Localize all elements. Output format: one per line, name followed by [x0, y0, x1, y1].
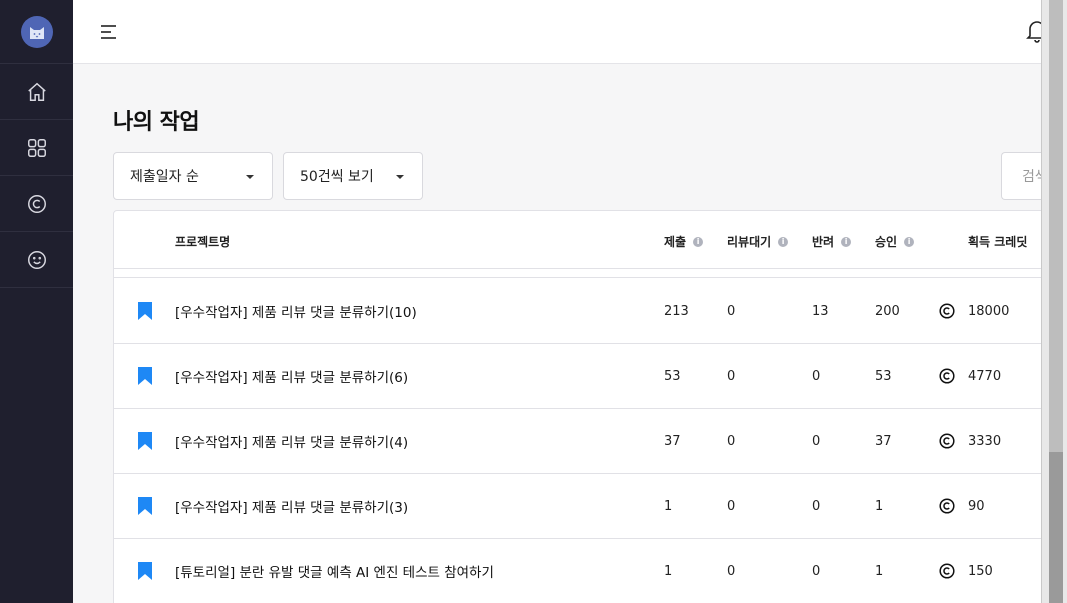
grid-icon — [27, 138, 46, 157]
table-row[interactable]: [튜토리얼] 분란 유발 댓글 예측 AI 엔진 테스트 참여하기 1 0 0 1 150 — [114, 539, 1052, 603]
cell-rejected: 0 — [812, 563, 821, 579]
th-pending: 리뷰대기 i — [727, 233, 789, 250]
project-name-link[interactable]: [우수작업자] 제품 리뷰 댓글 분류하기(4) — [175, 409, 408, 473]
credit-icon — [939, 563, 955, 579]
sidebar — [0, 0, 73, 603]
cell-credits: 150 — [939, 539, 993, 603]
credits-value: 3330 — [968, 433, 1002, 449]
logo[interactable] — [0, 0, 73, 64]
page-size-select[interactable]: 50건씩 보기 — [283, 152, 423, 200]
th-rejected-label: 반려 — [812, 235, 835, 249]
info-icon[interactable]: i — [693, 236, 704, 247]
credits-value: 90 — [968, 498, 985, 514]
cell-rejected: 0 — [812, 498, 821, 514]
credit-icon — [939, 498, 955, 514]
cell-credits: 3330 — [939, 409, 1001, 473]
bookmark-icon[interactable] — [137, 366, 153, 386]
info-icon[interactable]: i — [841, 236, 852, 247]
project-name-link[interactable]: [우수작업자] 제품 리뷰 댓글 분류하기(10) — [175, 279, 417, 343]
th-approved: 승인 i — [875, 233, 915, 250]
home-icon — [27, 82, 46, 101]
cell-pending: 0 — [727, 433, 736, 449]
menu-toggle-button[interactable] — [100, 23, 118, 41]
th-project: 프로젝트명 — [175, 233, 230, 250]
th-rejected: 반려 i — [812, 233, 852, 250]
sort-select-label: 제출일자 순 — [130, 169, 199, 185]
header-gap — [114, 269, 1052, 278]
cell-pending: 0 — [727, 498, 736, 514]
credits-value: 18000 — [968, 303, 1010, 319]
cell-credits: 4770 — [939, 344, 1001, 408]
cell-rejected: 0 — [812, 433, 821, 449]
cell-credits: 90 — [939, 474, 985, 538]
th-submitted-label: 제출 — [664, 235, 687, 249]
th-pending-label: 리뷰대기 — [727, 235, 772, 249]
cell-pending: 0 — [727, 303, 736, 319]
table-row[interactable]: [우수작업자] 제품 리뷰 댓글 분류하기(10) 213 0 13 200 18000 — [114, 279, 1052, 344]
cell-approved: 200 — [875, 303, 900, 319]
project-name-link[interactable]: [우수작업자] 제품 리뷰 댓글 분류하기(3) — [175, 474, 408, 538]
cell-pending: 0 — [727, 563, 736, 579]
credit-icon — [939, 433, 955, 449]
credit-icon — [27, 194, 46, 213]
smile-icon — [27, 250, 46, 269]
th-credits: 획득 크레딧 — [968, 233, 1027, 250]
project-name-link[interactable]: [우수작업자] 제품 리뷰 댓글 분류하기(6) — [175, 344, 408, 408]
cell-submitted: 37 — [664, 433, 681, 449]
window-scrollbar-thumb[interactable] — [1049, 452, 1063, 603]
sort-select[interactable]: 제출일자 순 — [113, 152, 273, 200]
sidebar-item-credits[interactable] — [0, 176, 73, 232]
bookmark-icon[interactable] — [137, 431, 153, 451]
table-row[interactable]: [우수작업자] 제품 리뷰 댓글 분류하기(3) 1 0 0 1 90 — [114, 474, 1052, 539]
hamburger-icon — [101, 25, 116, 39]
cell-rejected: 13 — [812, 303, 829, 319]
cell-submitted: 1 — [664, 498, 673, 514]
info-icon[interactable]: i — [904, 236, 915, 247]
cell-pending: 0 — [727, 368, 736, 384]
caret-down-icon — [396, 175, 404, 179]
page-title: 나의 작업 — [113, 110, 200, 135]
top-header — [73, 0, 1048, 64]
credit-icon — [939, 368, 955, 384]
sidebar-item-home[interactable] — [0, 64, 73, 120]
credits-value: 4770 — [968, 368, 1002, 384]
bookmark-icon[interactable] — [137, 301, 153, 321]
cell-submitted: 53 — [664, 368, 681, 384]
sidebar-item-projects[interactable] — [0, 120, 73, 176]
table-row[interactable]: [우수작업자] 제품 리뷰 댓글 분류하기(4) 37 0 0 37 3330 — [114, 409, 1052, 474]
cat-avatar-icon[interactable] — [20, 15, 53, 48]
credit-icon — [939, 303, 955, 319]
caret-down-icon — [246, 175, 254, 179]
bookmark-icon[interactable] — [137, 561, 153, 581]
table-row[interactable]: [우수작업자] 제품 리뷰 댓글 분류하기(6) 53 0 0 53 4770 — [114, 344, 1052, 409]
credits-value: 150 — [968, 563, 993, 579]
cell-approved: 1 — [875, 498, 884, 514]
task-table: 프로젝트명 제출 i 리뷰대기 i 반려 i 승인 i 획득 크레딧 [우수작업자] 제… — [113, 210, 1053, 603]
cell-submitted: 1 — [664, 563, 673, 579]
cell-approved: 37 — [875, 433, 892, 449]
cell-approved: 1 — [875, 563, 884, 579]
th-approved-label: 승인 — [875, 235, 898, 249]
table-header: 프로젝트명 제출 i 리뷰대기 i 반려 i 승인 i 획득 크레딧 — [114, 211, 1052, 269]
project-name-link[interactable]: [튜토리얼] 분란 유발 댓글 예측 AI 엔진 테스트 참여하기 — [175, 539, 494, 603]
info-icon[interactable]: i — [778, 236, 789, 247]
cell-approved: 53 — [875, 368, 892, 384]
th-project-label: 프로젝트명 — [175, 235, 231, 249]
bookmark-icon[interactable] — [137, 496, 153, 516]
cell-rejected: 0 — [812, 368, 821, 384]
th-submitted: 제출 i — [664, 233, 704, 250]
page-size-select-label: 50건씩 보기 — [300, 169, 374, 185]
cell-submitted: 213 — [664, 303, 689, 319]
cell-credits: 18000 — [939, 279, 1009, 343]
th-credits-label: 획득 크레딧 — [968, 235, 1028, 249]
sidebar-item-profile[interactable] — [0, 232, 73, 288]
